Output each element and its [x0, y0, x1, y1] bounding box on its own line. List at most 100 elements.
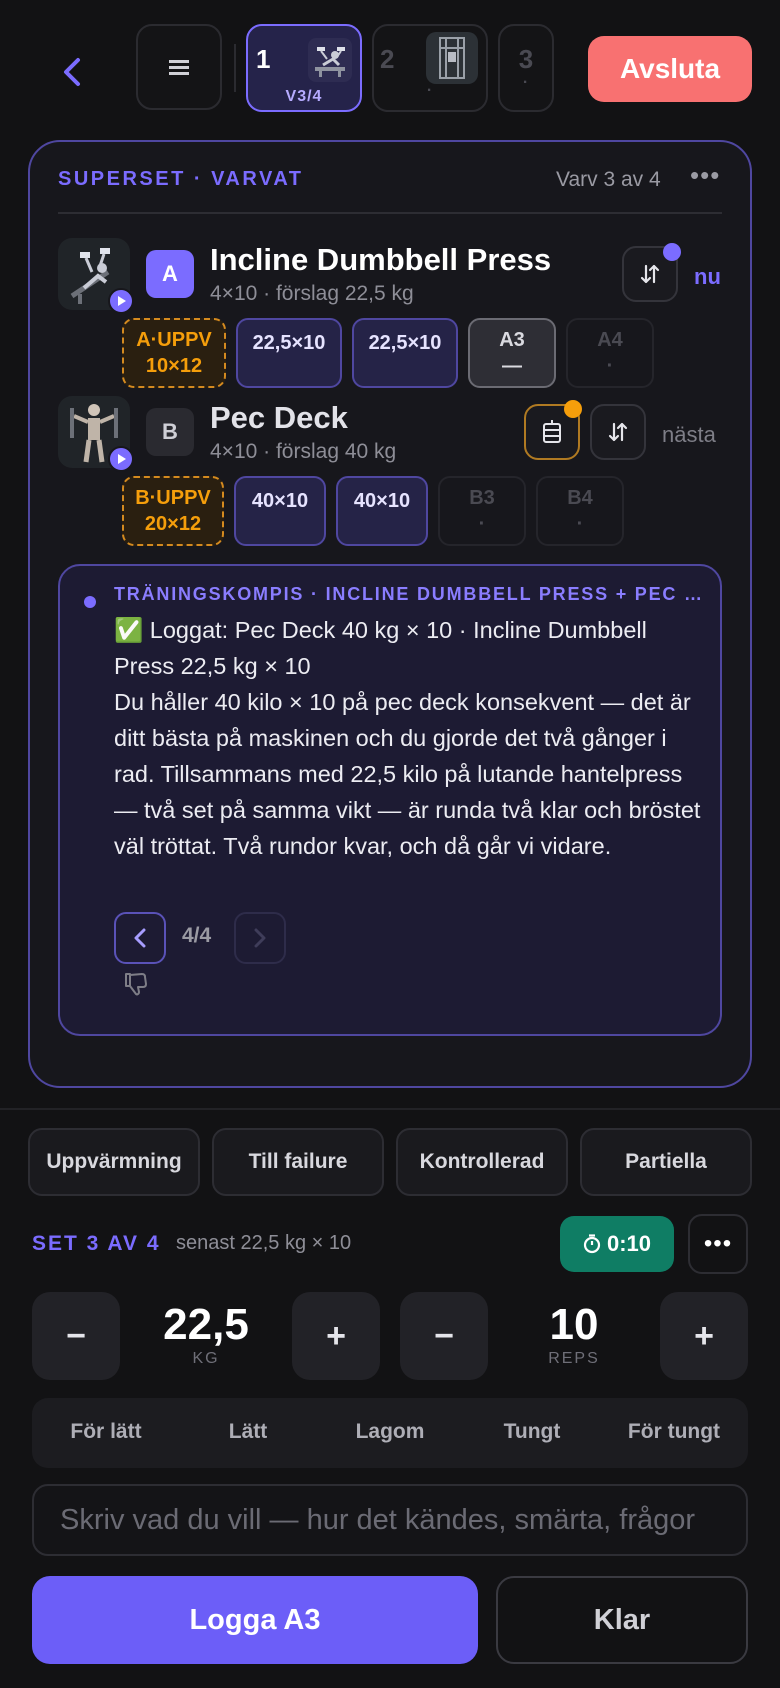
back-button[interactable] — [50, 44, 94, 100]
rpe-moderate[interactable]: Lagom — [320, 1420, 460, 1444]
weight-increase-button[interactable]: + — [292, 1292, 380, 1380]
timer-value: 0:10 — [606, 1231, 652, 1256]
exercise-a-state: nu — [694, 264, 721, 289]
last-set-info: senast 22,5 kg × 10 — [176, 1232, 352, 1254]
play-video-button[interactable] — [108, 288, 134, 314]
set-more-button[interactable]: ••• — [688, 1214, 748, 1274]
exercise-b-prescription: 4×10 · förslag 40 kg — [210, 440, 397, 463]
exercise-b-letter: B — [146, 408, 194, 456]
tab-progress: · — [426, 82, 434, 99]
coach-next-button[interactable] — [234, 912, 286, 964]
exercise-tab-2[interactable]: 2 · — [372, 24, 488, 112]
chevron-right-icon — [254, 928, 266, 948]
panel-divider — [0, 1108, 780, 1110]
coach-header: TRÄNINGSKOMPIS · INCLINE DUMBBELL PRESS … — [114, 584, 704, 604]
tab-number: 2 — [380, 44, 395, 74]
rpe-easy[interactable]: Lätt — [178, 1420, 318, 1444]
reps-decrease-button[interactable]: − — [400, 1292, 488, 1380]
play-icon — [118, 454, 126, 464]
menu-button[interactable] — [136, 24, 222, 110]
chip-label: A·UPPV — [136, 329, 212, 351]
chip-label: A3 — [499, 329, 525, 351]
rest-timer[interactable]: 0:10 — [560, 1216, 674, 1272]
exercise-a-name: Incline Dumbbell Press — [210, 242, 552, 277]
card-divider — [58, 212, 722, 214]
tab-progress: · — [522, 74, 530, 91]
exercise-b-name: Pec Deck — [210, 400, 348, 435]
bench-press-icon — [315, 47, 345, 77]
coach-text: Du håller 40 kilo × 10 på pec deck konse… — [114, 689, 701, 859]
coach-prev-button[interactable] — [114, 912, 166, 964]
set-chip-2[interactable]: 22,5×10 — [352, 318, 458, 388]
swap-icon — [640, 264, 660, 284]
stopwatch-icon — [583, 1234, 601, 1254]
rpe-too-easy[interactable]: För lätt — [36, 1420, 176, 1444]
chip-label: 22,5×10 — [368, 332, 442, 354]
active-indicator — [663, 243, 681, 261]
superset-title: SUPERSET · VARVAT — [58, 168, 304, 190]
menu-icon — [169, 60, 189, 75]
set-chip-future[interactable]: A4 · — [566, 318, 654, 388]
chip-value: · — [576, 513, 584, 535]
coach-logged-line: ✅ Loggat: Pec Deck 40 kg × 10 · Incline … — [114, 617, 647, 679]
chip-label: B·UPPV — [135, 487, 211, 509]
chip-label: B4 — [567, 487, 593, 509]
tab-divider — [234, 44, 236, 92]
exercise-a-prescription: 4×10 · förslag 22,5 kg — [210, 282, 414, 305]
chip-label: 22,5×10 — [252, 332, 326, 354]
rpe-too-hard[interactable]: För tungt — [604, 1420, 744, 1444]
swap-exercise-b-button[interactable] — [590, 404, 646, 460]
swap-icon — [608, 422, 628, 442]
end-workout-button[interactable]: Avsluta — [588, 36, 752, 102]
exercise-a-letter: A — [146, 250, 194, 298]
tag-failure[interactable]: Till failure — [212, 1128, 384, 1196]
chevron-left-icon — [64, 58, 80, 86]
exercise-b-state: nästa — [662, 422, 716, 447]
chip-label: A4 — [597, 329, 623, 351]
set-chip-current[interactable]: A3 — — [468, 318, 556, 388]
weight-unit: KG — [192, 1350, 220, 1367]
set-counter: SET 3 AV 4 — [32, 1232, 161, 1255]
tag-warmup[interactable]: Uppvärmning — [28, 1128, 200, 1196]
set-chip-future[interactable]: B4 · — [536, 476, 624, 546]
chip-value: 20×12 — [144, 513, 202, 535]
weight-value[interactable]: 22,5 — [136, 1300, 276, 1350]
coach-pager: 4/4 — [182, 924, 212, 947]
machine-icon — [439, 37, 465, 79]
chip-label: B3 — [469, 487, 495, 509]
set-chip-1[interactable]: 40×10 — [234, 476, 326, 546]
set-chip-warmup[interactable]: B·UPPV 20×12 — [122, 476, 224, 546]
tag-controlled[interactable]: Kontrollerad — [396, 1128, 568, 1196]
chip-value: · — [606, 355, 614, 377]
superset-more-button[interactable]: ••• — [690, 160, 720, 191]
rpe-hard[interactable]: Tungt — [462, 1420, 602, 1444]
reps-value[interactable]: 10 — [504, 1300, 644, 1350]
tag-partials[interactable]: Partiella — [580, 1128, 752, 1196]
thumbs-down-button[interactable] — [122, 970, 150, 1003]
tab-progress: V3/4 — [285, 88, 323, 105]
play-video-button[interactable] — [108, 446, 134, 472]
weight-stack-icon — [543, 420, 561, 443]
chip-value: 10×12 — [145, 355, 203, 377]
tab-number: 1 — [256, 44, 271, 74]
log-set-button[interactable]: Logga A3 — [32, 1576, 478, 1664]
reps-unit: REPS — [548, 1350, 600, 1367]
set-chip-2[interactable]: 40×10 — [336, 476, 428, 546]
exercise-tab-3[interactable]: 3 · — [498, 24, 554, 112]
thumbs-down-icon — [125, 973, 147, 996]
settings-indicator — [564, 400, 582, 418]
set-chip-1[interactable]: 22,5×10 — [236, 318, 342, 388]
set-chip-warmup[interactable]: A·UPPV 10×12 — [122, 318, 226, 388]
coach-indicator — [84, 596, 96, 608]
note-input[interactable] — [32, 1484, 748, 1556]
pec-deck-thumbnail — [426, 32, 478, 84]
weight-decrease-button[interactable]: − — [32, 1292, 120, 1380]
exercise-tab-1[interactable]: 1 V3/4 — [246, 24, 362, 112]
chip-value: — — [502, 355, 522, 377]
round-info: Varv 3 av 4 — [556, 168, 661, 191]
reps-increase-button[interactable]: + — [660, 1292, 748, 1380]
chevron-left-icon — [134, 928, 146, 948]
finish-button[interactable]: Klar — [496, 1576, 748, 1664]
set-chip-future[interactable]: B3 · — [438, 476, 526, 546]
chip-label: 40×10 — [251, 490, 309, 512]
